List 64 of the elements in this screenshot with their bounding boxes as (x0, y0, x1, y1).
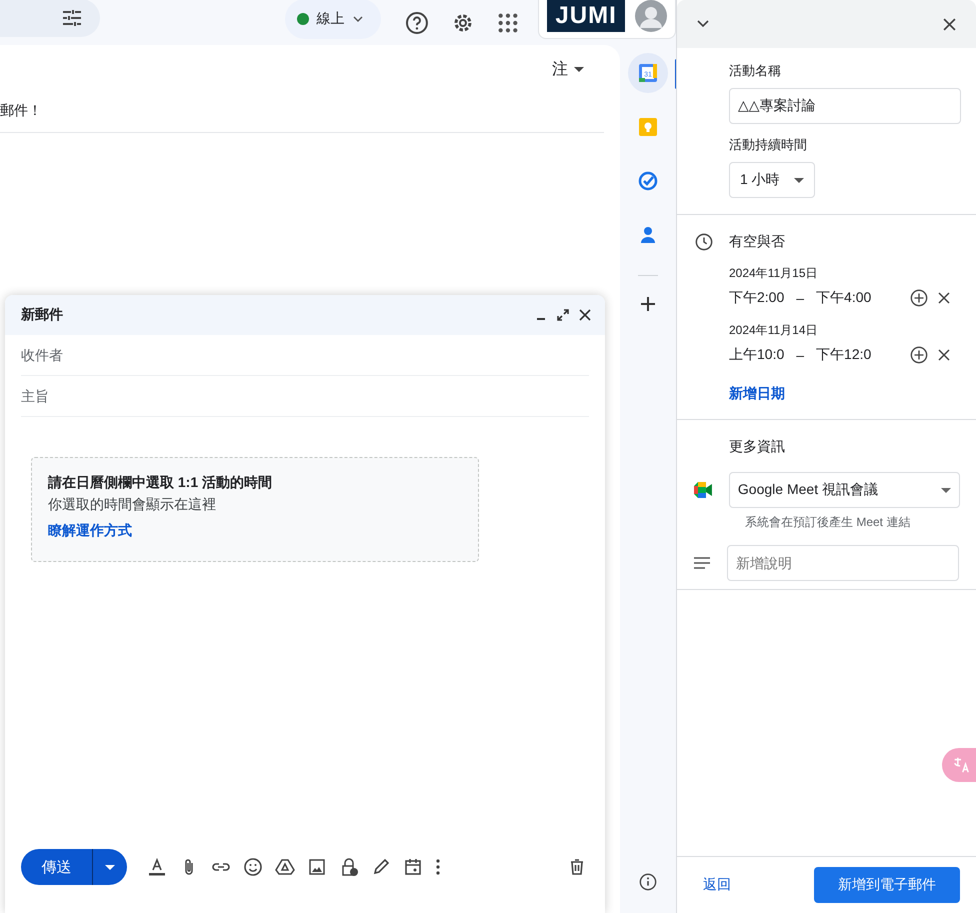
logo: JUMI (547, 0, 625, 32)
description-field[interactable]: 新增說明 (727, 545, 959, 581)
duration-dropdown[interactable]: 1 小時 (729, 162, 815, 198)
clock-icon (695, 233, 713, 251)
add-date-link[interactable]: 新增日期 (729, 385, 785, 403)
start-time[interactable]: 上午10:0 (729, 346, 784, 364)
slot-date: 2024年11月14日 (729, 322, 818, 339)
section-title: 更多資訊 (729, 438, 785, 456)
collapse-icon[interactable] (697, 20, 709, 28)
translate-icon (952, 756, 970, 774)
video-camera-icon (693, 482, 713, 498)
avatar-icon[interactable] (634, 0, 667, 32)
expand-icon[interactable] (557, 309, 569, 321)
add-circle-icon[interactable] (910, 346, 928, 364)
time-dash: – (795, 347, 806, 363)
apps-grid-icon[interactable] (496, 12, 518, 34)
slot-date: 2024年11月15日 (729, 265, 818, 282)
field-label: 活動持續時間 (729, 136, 808, 154)
close-icon[interactable] (579, 309, 591, 321)
meet-hint: 系統會在預訂後產生 Meet 連結 (745, 514, 912, 531)
event-name-field[interactable]: △△專案討論 (729, 88, 961, 124)
add-to-email-button[interactable]: 新增到電子郵件 (814, 867, 960, 903)
back-link[interactable]: 返回 (703, 876, 731, 894)
remove-icon[interactable] (938, 292, 950, 304)
end-time[interactable]: 下午4:00 (816, 289, 872, 307)
more-icon[interactable] (435, 857, 441, 877)
section-title: 有空與否 (729, 233, 785, 251)
account-card[interactable]: JUMI (538, 0, 676, 38)
help-icon[interactable] (404, 10, 429, 34)
caret-icon (794, 178, 804, 182)
mail-text: 郵件！ (0, 80, 604, 133)
caret-icon (941, 488, 951, 492)
meet-dropdown[interactable]: Google Meet 視訊會議 (728, 472, 960, 508)
info-text: 你選取的時間會顯示在這裡 (48, 496, 217, 514)
time-dash: – (795, 290, 806, 306)
lightbulb-icon (638, 117, 658, 137)
info-title: 請在日曆側欄中選取 1:1 活動的時間 (48, 474, 274, 492)
send-options-button[interactable] (93, 849, 127, 885)
status-chip[interactable]: 線上 (284, 0, 381, 38)
info-icon[interactable] (639, 873, 657, 891)
drive-icon[interactable] (275, 857, 295, 877)
image-icon[interactable] (307, 857, 327, 877)
pen-icon[interactable] (371, 857, 391, 877)
compose-title: 新郵件 (21, 306, 64, 324)
start-time[interactable]: 下午2:00 (729, 289, 784, 307)
sort-menu[interactable]: 注 (552, 59, 584, 80)
end-time[interactable]: 下午12:0 (816, 346, 872, 364)
description-icon (693, 557, 711, 569)
search-bar[interactable] (0, 0, 100, 36)
learn-more-link[interactable]: 瞭解運作方式 (48, 522, 132, 540)
caret-icon (105, 864, 115, 870)
send-button[interactable]: 傳送 (21, 849, 93, 885)
chevron-icon (352, 16, 363, 22)
person-icon (638, 225, 658, 245)
add-circle-icon[interactable] (910, 289, 928, 307)
close-icon[interactable] (943, 18, 956, 30)
check-circle-icon (638, 171, 658, 191)
field-label: 活動名稱 (729, 62, 782, 80)
add-icon[interactable] (640, 296, 656, 312)
remove-icon[interactable] (938, 349, 950, 361)
caret-icon (574, 67, 584, 72)
text-format-icon[interactable] (147, 857, 167, 877)
emoji-icon[interactable] (243, 857, 263, 877)
calendar-icon[interactable] (403, 857, 423, 877)
